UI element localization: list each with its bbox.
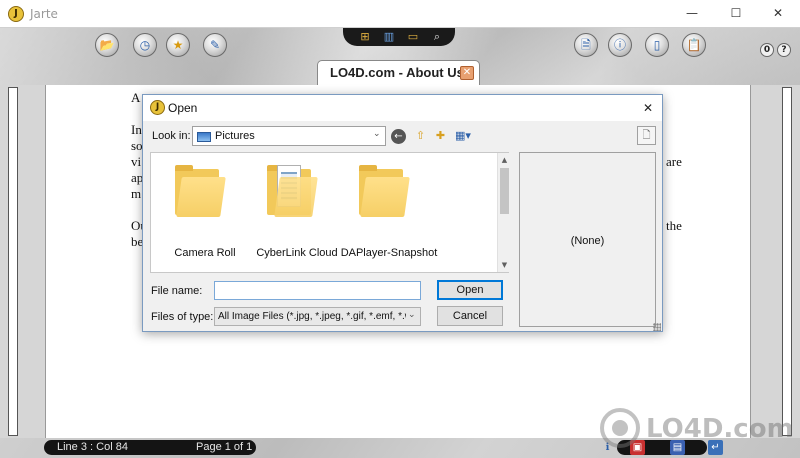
watermark: LO4D.com [600, 408, 798, 448]
cancel-button[interactable]: Cancel [437, 306, 503, 326]
tab-close-icon[interactable]: ✕ [460, 66, 474, 80]
open-folder-icon[interactable]: 📂 [95, 33, 119, 57]
help-button[interactable]: ? [777, 43, 791, 57]
find-icon[interactable]: ⌕ [429, 30, 445, 44]
resize-grip-icon[interactable] [653, 323, 661, 331]
new-document-icon[interactable]: 🗎 [574, 33, 598, 57]
left-margin-strip [8, 87, 18, 436]
doc-line-fragment: the [666, 218, 682, 233]
files-of-type-value: All Image Files (*.jpg, *.jpeg, *.gif, *… [218, 311, 406, 322]
close-button[interactable]: ✕ [758, 0, 798, 28]
tab-label: LO4D.com - About Us [330, 65, 464, 80]
back-icon[interactable]: ← [391, 129, 406, 144]
up-folder-icon[interactable]: ⇧ [412, 128, 429, 144]
pictures-icon [197, 132, 211, 142]
history-clock-icon[interactable]: ◷ [133, 33, 157, 57]
status-page: Page 1 of 1 [196, 441, 253, 453]
chevron-down-icon: ⌄ [408, 310, 416, 320]
status-pill: Line 3 : Col 84 Page 1 of 1 [44, 440, 256, 455]
preview-pane: (None) [519, 152, 656, 327]
look-in-dropdown[interactable]: Pictures ⌄ [192, 126, 386, 146]
doc-line: so [131, 138, 143, 153]
list-item[interactable]: DAPlayer-Snapshot [339, 159, 439, 269]
chevron-down-icon: ⌄ [373, 129, 381, 139]
chart-icon[interactable]: ▥ [381, 30, 397, 44]
insert-icon[interactable]: ⊞ [357, 30, 373, 44]
new-folder-icon[interactable]: ✚ [432, 128, 449, 144]
right-margin-strip [782, 87, 792, 436]
open-dialog: J Open ✕ Look in: Pictures ⌄ ← ⇧ ✚ ▦▾ 🗋 … [142, 94, 663, 332]
file-name-field[interactable] [214, 281, 421, 300]
doc-line: m [131, 186, 142, 201]
maximize-button[interactable]: ☐ [716, 0, 756, 28]
center-toolbar: ⊞ ▥ ▭ ⌕ [343, 28, 455, 46]
files-of-type-dropdown[interactable]: All Image Files (*.jpg, *.jpeg, *.gif, *… [214, 307, 421, 326]
look-in-label: Look in: [152, 130, 191, 142]
dialog-titlebar: J Open ✕ [143, 95, 662, 121]
folder-label: DAPlayer-Snapshot [340, 247, 438, 259]
doc-line: vi [131, 154, 142, 169]
view-menu-icon[interactable]: ▦▾ [452, 128, 474, 144]
dialog-title: Open [168, 101, 198, 115]
preview-text: (None) [570, 235, 605, 247]
minimize-button[interactable]: — [672, 0, 712, 28]
open-button[interactable]: Open [437, 280, 503, 300]
doc-line-fragment: are [666, 154, 682, 169]
clipboard-icon[interactable]: 📋 [682, 33, 706, 57]
tab-document[interactable]: LO4D.com - About Us ✕ [317, 60, 480, 85]
status-position: Line 3 : Col 84 [57, 441, 128, 453]
scroll-thumb[interactable] [500, 168, 509, 214]
look-in-value: Pictures [215, 130, 255, 142]
window-title: Jarte [30, 7, 58, 21]
edit-document-icon[interactable]: ✎ [203, 33, 227, 57]
dialog-close-button[interactable]: ✕ [638, 98, 658, 118]
doc-line: A [131, 90, 141, 105]
jarte-logo-icon: J [8, 6, 24, 22]
watermark-text: LO4D.com [646, 414, 794, 444]
preview-toggle-icon[interactable]: 🗋 [637, 126, 656, 145]
favorites-star-icon[interactable]: ★ [166, 33, 190, 57]
file-name-label: File name: [151, 285, 203, 297]
file-list[interactable]: Camera Roll CyberLink Cloud DAPlayer-Sna… [150, 152, 510, 273]
page-icon[interactable]: ▯ [645, 33, 669, 57]
window-titlebar: J Jarte — ☐ ✕ [0, 0, 800, 28]
scroll-down-icon[interactable]: ▼ [500, 260, 509, 270]
scroll-up-icon[interactable]: ▲ [500, 155, 509, 165]
zero-button[interactable]: 0 [760, 43, 774, 57]
files-of-type-label: Files of type: [151, 311, 214, 323]
folder-icon[interactable]: ▭ [405, 30, 421, 44]
jarte-logo-icon: J [150, 100, 165, 115]
vertical-scrollbar[interactable]: ▲ ▼ [497, 153, 510, 272]
document-info-icon[interactable]: ⓘ [608, 33, 632, 57]
watermark-logo-inner [612, 420, 628, 436]
doc-line: In [131, 122, 142, 137]
